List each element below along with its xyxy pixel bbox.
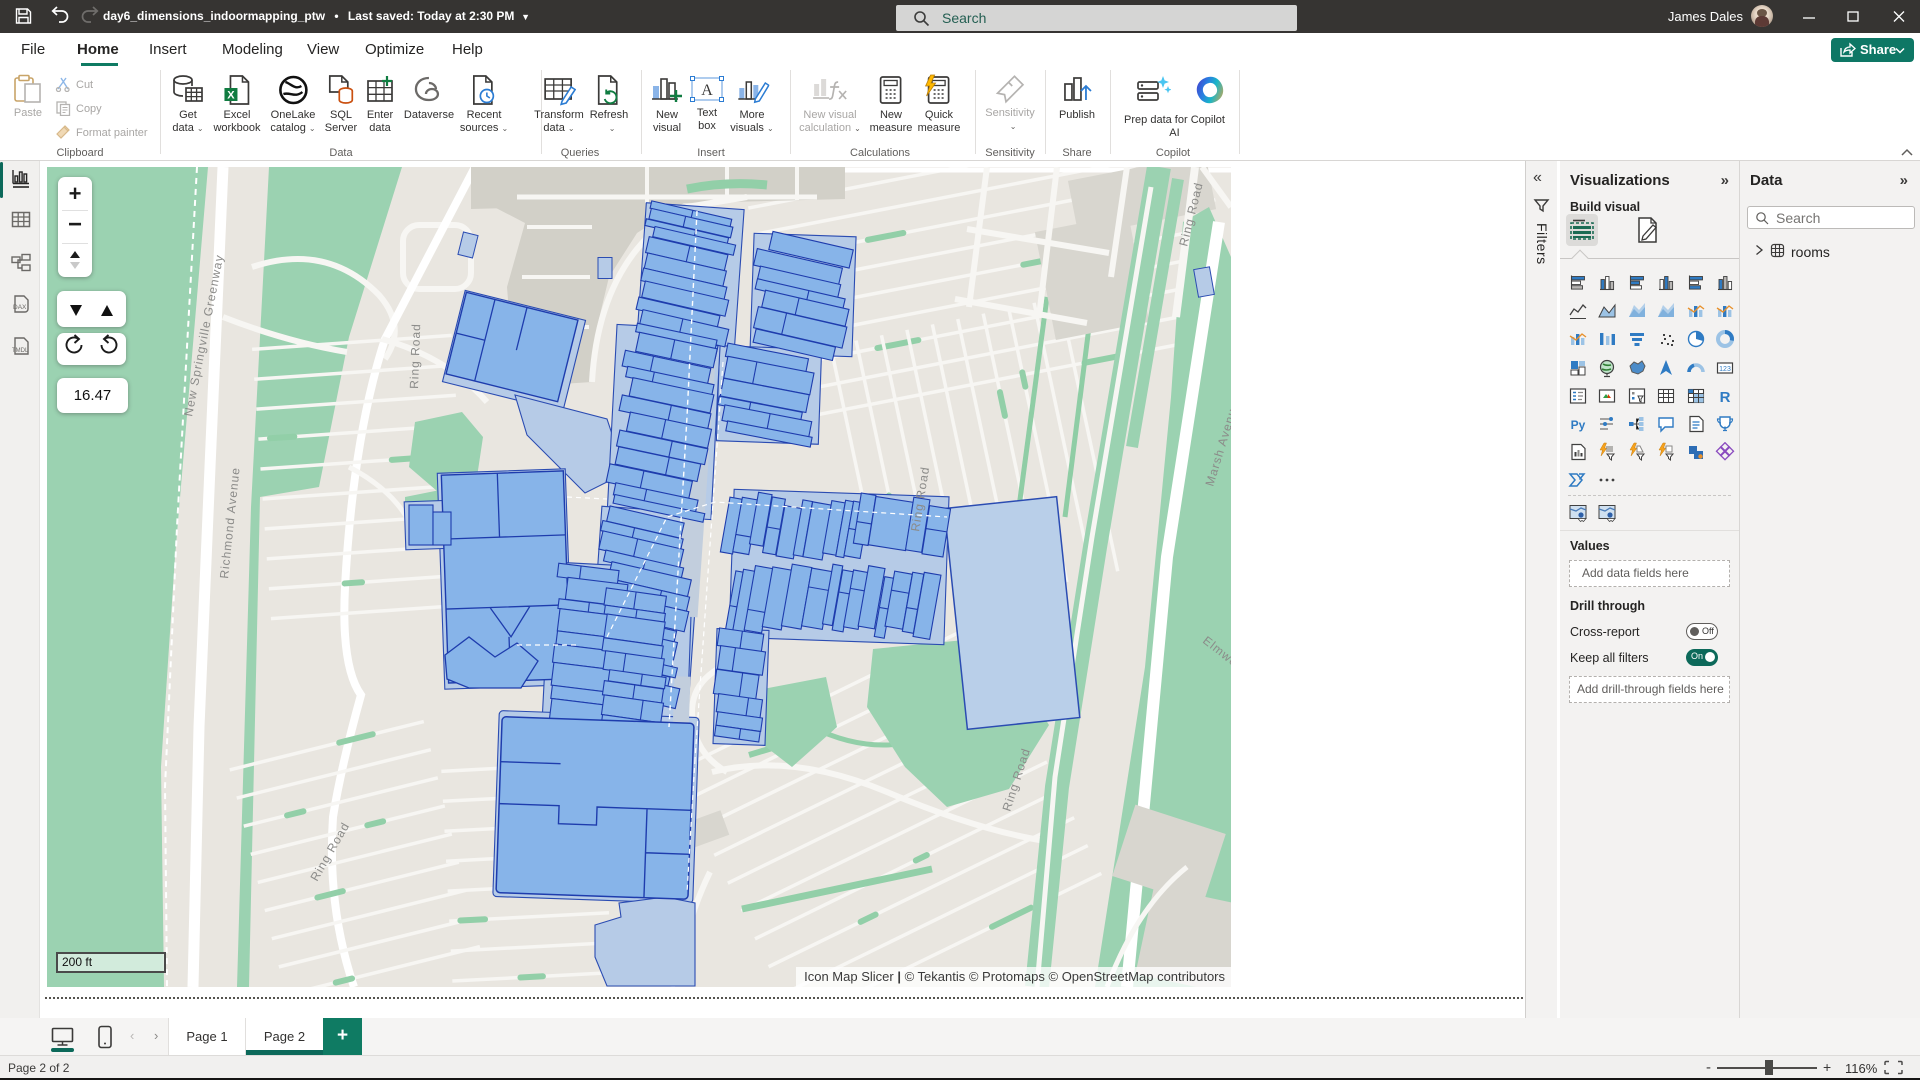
svg-text:Py: Py (1571, 418, 1586, 432)
svg-text:123: 123 (1719, 366, 1731, 373)
svg-text:A: A (701, 82, 713, 99)
svg-text:R: R (1720, 389, 1731, 406)
svg-text:X: X (227, 90, 235, 102)
svg-text:DAX: DAX (13, 304, 27, 311)
svg-text:TMDL: TMDL (12, 348, 29, 354)
svg-text:Ring Road: Ring Road (407, 323, 423, 389)
